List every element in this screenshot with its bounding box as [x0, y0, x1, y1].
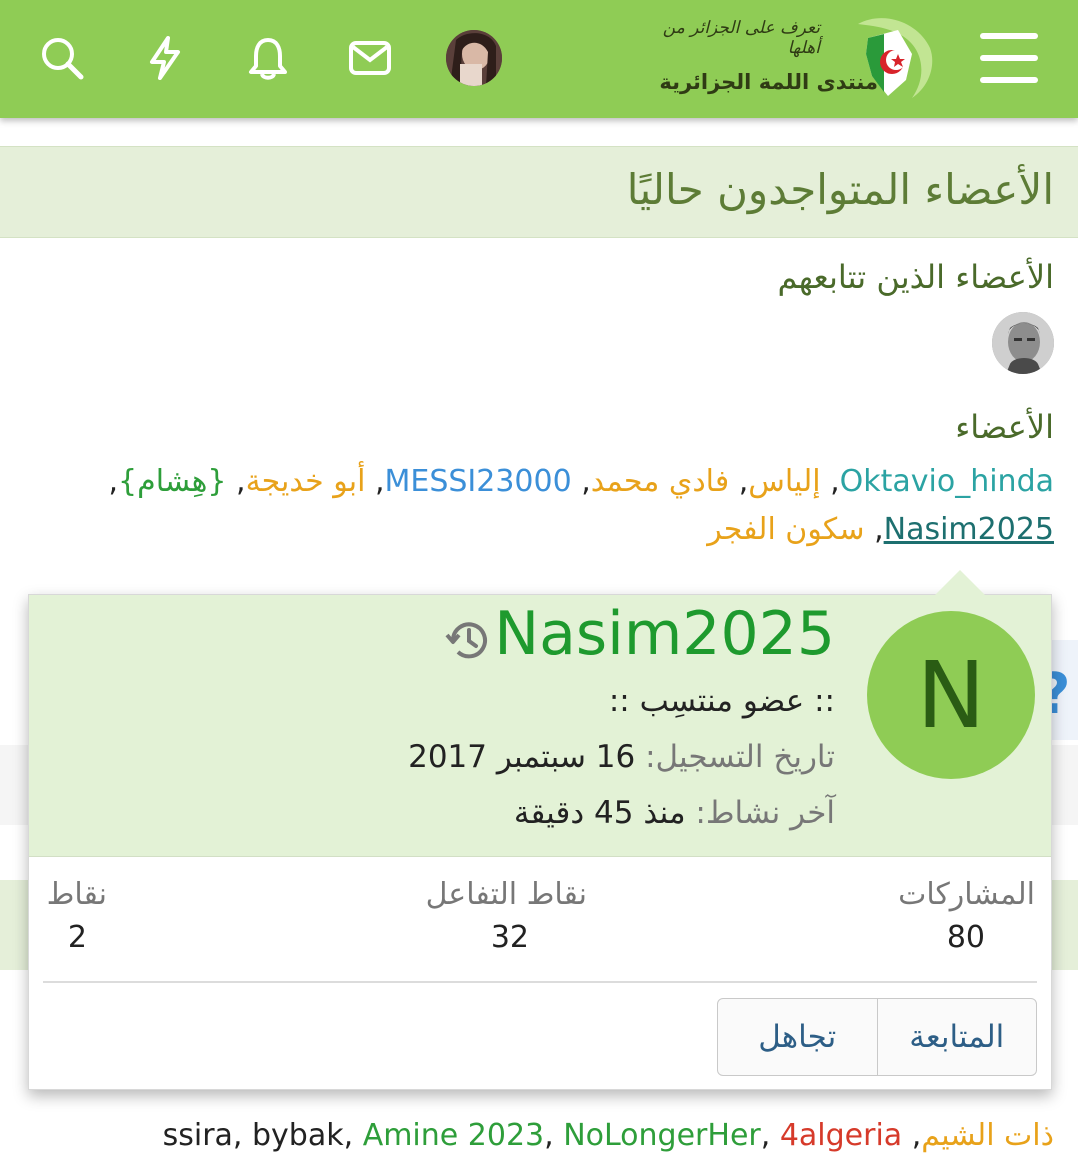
divider [43, 981, 1037, 983]
registered-value: 16 سبتمبر 2017 [408, 739, 636, 775]
lightning-icon[interactable] [137, 30, 193, 86]
followed-member-avatar[interactable] [992, 312, 1054, 374]
follow-button[interactable]: المتابعة [876, 999, 1037, 1075]
member-tooltip-header: N Nasim2025 :: عضو منتسِب :: تاريخ التسج… [29, 595, 1051, 857]
site-logo[interactable]: تعرف على الجزائر من أهلها منتدى اللمة ال… [659, 14, 938, 106]
member-link[interactable]: MESSI23000 [384, 464, 571, 499]
member-link[interactable]: ssira [163, 1118, 233, 1153]
member-link[interactable]: أبو خديجة [246, 464, 366, 499]
last-active-label: آخر نشاط: [695, 795, 835, 831]
stat-reactions-value: 32 [490, 920, 529, 955]
stat-posts-label: المشاركات [898, 877, 1035, 912]
search-icon[interactable] [34, 30, 90, 86]
last-active-value: منذ 45 دقيقة [513, 795, 686, 831]
members-list-bottom-line: ذات الشيم, ssira, bybak, Amine 2023, NoL… [162, 1118, 1054, 1153]
member-link[interactable]: bybak [252, 1118, 344, 1153]
bell-icon[interactable] [240, 30, 296, 86]
members-list-line-2: Nasim2025, سكون الفجر [707, 512, 1054, 547]
stat-posts: المشاركات 80 [898, 877, 1035, 955]
member-link[interactable]: NoLongerHer [563, 1118, 761, 1153]
member-tooltip-card: N Nasim2025 :: عضو منتسِب :: تاريخ التسج… [28, 594, 1052, 1090]
member-link[interactable]: فادي محمد [591, 464, 729, 499]
stat-points: نقاط 2 [47, 877, 107, 955]
ignore-button[interactable]: تجاهل [718, 999, 877, 1075]
stat-points-value: 2 [67, 920, 87, 955]
history-icon[interactable] [443, 615, 493, 665]
stat-posts-value: 80 [946, 920, 985, 955]
member-link[interactable]: سكون الفجر [707, 512, 864, 547]
logo-tagline: تعرف على الجزائر من أهلها [662, 18, 820, 58]
popup-arrow [934, 570, 986, 596]
logo-site-name: منتدى اللمة الجزائرية [659, 70, 878, 94]
member-link[interactable]: Oktavio_hinda [840, 464, 1054, 499]
page-title: الأعضاء المتواجدون حاليًا [626, 165, 1054, 214]
stat-points-label: نقاط [46, 877, 107, 912]
member-link[interactable]: Amine 2023 [363, 1118, 544, 1153]
followed-members-title: الأعضاء الذين تتابعهم [777, 258, 1054, 296]
page-block-header: الأعضاء المتواجدون حاليًا [0, 146, 1078, 238]
menu-icon[interactable] [980, 33, 1038, 83]
member-link[interactable]: إلياس [748, 464, 820, 499]
member-last-active: آخر نشاط: منذ 45 دقيقة [514, 795, 835, 831]
mail-icon[interactable] [342, 30, 398, 86]
member-rank: :: عضو منتسِب :: [608, 683, 835, 719]
registered-label: تاريخ التسجيل: [645, 739, 835, 775]
member-link[interactable]: ذات الشيم [921, 1118, 1054, 1153]
member-avatar[interactable]: N [867, 611, 1035, 779]
member-action-buttons: المتابعة تجاهل [717, 998, 1037, 1076]
member-link[interactable]: {هِشام} [118, 464, 226, 499]
members-title: الأعضاء [955, 408, 1054, 446]
stat-reactions: نقاط التفاعل 32 [426, 877, 587, 955]
member-link-active[interactable]: Nasim2025 [884, 512, 1054, 547]
member-username[interactable]: Nasim2025 [494, 599, 835, 669]
member-registered: تاريخ التسجيل: 16 سبتمبر 2017 [408, 739, 835, 775]
top-navigation-bar: تعرف على الجزائر من أهلها منتدى اللمة ال… [0, 0, 1078, 118]
members-list-line-1: Oktavio_hinda, إلياس, فادي محمد, MESSI23… [108, 464, 1054, 499]
member-link[interactable]: 4algeria [780, 1118, 902, 1153]
user-avatar[interactable] [446, 30, 502, 86]
stat-reactions-label: نقاط التفاعل [425, 877, 587, 912]
